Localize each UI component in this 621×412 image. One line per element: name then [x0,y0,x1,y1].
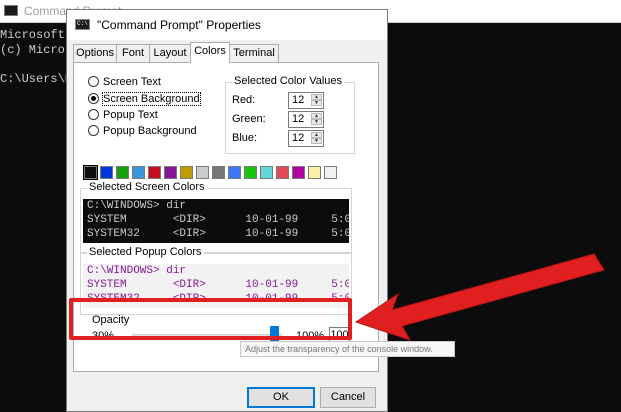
arrow-icon [354,253,605,341]
arrow-annotation [354,253,605,341]
